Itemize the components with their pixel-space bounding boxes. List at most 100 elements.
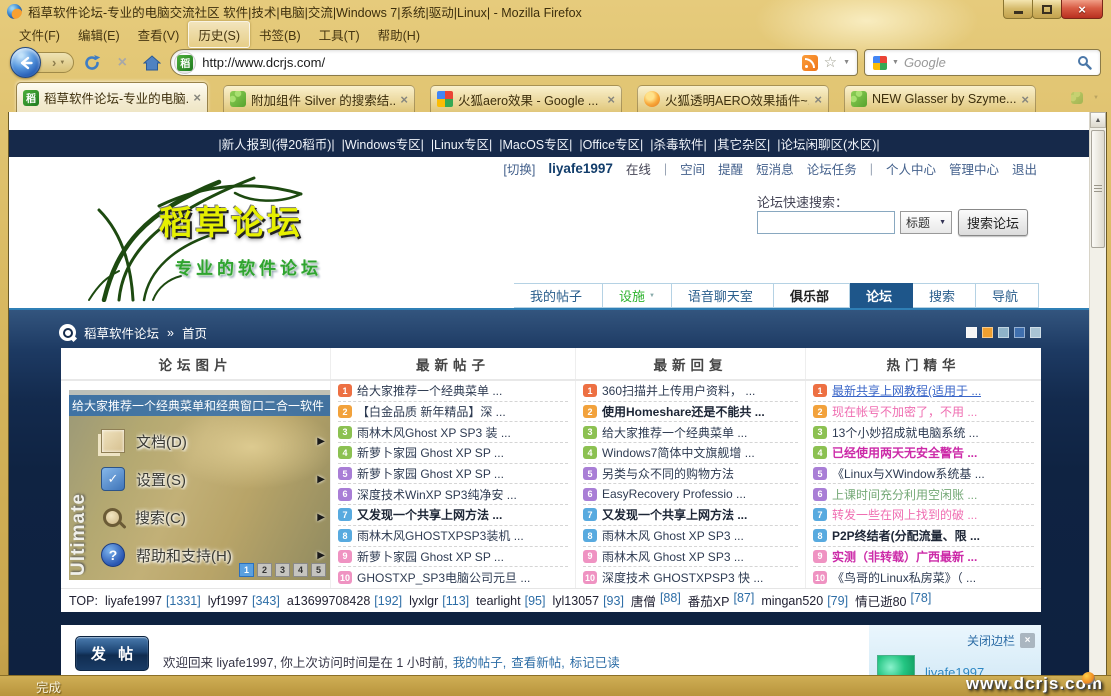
category-link[interactable]: |Windows专区|	[342, 134, 424, 153]
top-user-name[interactable]: liyafe1997	[105, 594, 162, 608]
top-user[interactable]: 情已逝80 [78]	[855, 591, 931, 610]
reply-item[interactable]: 5 另类与众不同的购物方法	[583, 464, 798, 485]
scrollbar-thumb[interactable]	[1091, 130, 1105, 248]
menu-item[interactable]: 帮助(H)	[369, 22, 429, 47]
top-user-name[interactable]: lyl13057	[552, 594, 599, 608]
tab-close-icon[interactable]: ×	[607, 92, 615, 107]
user-bar-item[interactable]: 个人中心	[886, 159, 936, 178]
reply-title[interactable]: 另类与众不同的购物方法	[602, 465, 734, 482]
post-item[interactable]: 7 又发现一个共享上网方法 ...	[338, 505, 568, 526]
forum-nav-tab[interactable]: 论坛	[850, 283, 913, 308]
home-button[interactable]	[140, 51, 164, 75]
user-bar-item[interactable]: [切换]	[503, 159, 535, 178]
digest-title[interactable]: 《Linux与XWindow系统基 ...	[832, 465, 985, 482]
tab-close-icon[interactable]: ×	[193, 90, 201, 105]
digest-item[interactable]: 3 13个小妙招成就电脑系统 ...	[813, 422, 1034, 443]
reply-item[interactable]: 10 深度技术 GHOSTXPSP3 快 ...	[583, 567, 798, 588]
post-item[interactable]: 6 深度技术WinXP SP3纯净安 ...	[338, 484, 568, 505]
browser-tab[interactable]: 附加组件 Silver 的搜索结... ×	[223, 85, 415, 112]
forum-nav-tab[interactable]: 设施 ▼	[603, 283, 672, 308]
tab-close-icon[interactable]: ×	[1021, 92, 1029, 107]
search-engine-caret-icon[interactable]: ▼	[892, 59, 899, 66]
user-bar-item[interactable]: 论坛任务	[807, 159, 857, 178]
digest-title[interactable]: 最新共享上网教程(适用于 ...	[832, 382, 981, 399]
back-button[interactable]	[10, 47, 41, 78]
style-square[interactable]	[998, 327, 1009, 338]
browser-tab[interactable]: 火狐透明AERO效果插件~... ×	[637, 85, 829, 112]
digest-title[interactable]: 已经使用两天无安全警告 ...	[832, 444, 977, 461]
reply-title[interactable]: Windows7简体中文旗舰增 ...	[602, 444, 755, 461]
top-user[interactable]: lyf1997 [343]	[208, 594, 280, 608]
category-link[interactable]: |杀毒软件|	[650, 134, 707, 153]
post-title[interactable]: 雨林木风GHOSTXPSP3装机 ...	[357, 527, 524, 544]
digest-title[interactable]: P2P终结者(分配流量、限 ...	[832, 527, 980, 544]
user-bar-item[interactable]: 在线	[626, 159, 651, 178]
user-bar-item[interactable]: 提醒	[718, 159, 743, 178]
post-item[interactable]: 4 新萝卜家园 Ghost XP SP ...	[338, 443, 568, 464]
rss-icon[interactable]	[802, 55, 818, 71]
search-forum-button[interactable]: 搜索论坛	[958, 209, 1028, 236]
post-item[interactable]: 10 GHOSTXP_SP3电脑公司元旦 ...	[338, 567, 568, 588]
stop-button[interactable]: ×	[110, 51, 134, 75]
top-user[interactable]: liyafe1997 [1331]	[105, 594, 201, 608]
reply-title[interactable]: 雨林木风 Ghost XP SP3 ...	[602, 527, 744, 544]
url-input[interactable]: http://www.dcrjs.com/	[202, 55, 795, 70]
top-user-name[interactable]: 番茄XP	[688, 591, 730, 610]
top-user[interactable]: 唐僧 [88]	[631, 591, 681, 610]
search-input[interactable]: Google	[904, 55, 1072, 70]
post-item[interactable]: 3 雨林木风Ghost XP SP3 装 ...	[338, 422, 568, 443]
menu-item[interactable]: 书签(B)	[250, 22, 310, 47]
style-square[interactable]	[982, 327, 993, 338]
reply-item[interactable]: 9 雨林木风 Ghost XP SP3 ...	[583, 547, 798, 568]
refresh-button[interactable]	[80, 51, 104, 75]
menu-item[interactable]: 历史(S)	[188, 21, 250, 48]
digest-item[interactable]: 4 已经使用两天无安全警告 ...	[813, 443, 1034, 464]
top-user-name[interactable]: 情已逝80	[855, 591, 906, 610]
menu-item[interactable]: 工具(T)	[310, 22, 369, 47]
top-user-name[interactable]: lyf1997	[208, 594, 248, 608]
maximize-button[interactable]	[1032, 0, 1062, 19]
post-title[interactable]: 新萝卜家园 Ghost XP SP ...	[357, 465, 504, 482]
category-link[interactable]: |Linux专区|	[431, 134, 492, 153]
search-bar[interactable]: ▼ Google	[864, 49, 1101, 76]
digest-item[interactable]: 8 P2P终结者(分配流量、限 ...	[813, 526, 1034, 547]
user-bar-item[interactable]: liyafe1997	[548, 161, 613, 176]
category-link[interactable]: |其它杂区|	[714, 134, 771, 153]
reply-item[interactable]: 1 360扫描并上传用户资料， ...	[583, 381, 798, 402]
top-user[interactable]: a13699708428 [192]	[287, 594, 402, 608]
top-user[interactable]: mingan520 [79]	[761, 594, 848, 608]
user-bar-item[interactable]: 管理中心	[949, 159, 999, 178]
post-title[interactable]: 新萝卜家园 Ghost XP SP ...	[357, 444, 504, 461]
tab-list-caret-icon[interactable]: ▼	[1093, 95, 1099, 101]
close-sidebar-label[interactable]: 关闭边栏	[967, 632, 1015, 649]
welcome-link[interactable]: 标记已读	[570, 656, 620, 670]
digest-title[interactable]: 转发一些在网上找到的破 ...	[832, 506, 977, 523]
vertical-scrollbar[interactable]: ▲	[1089, 112, 1106, 675]
style-square[interactable]	[966, 327, 977, 338]
digest-item[interactable]: 10 《鸟哥的Linux私房菜》（ ...	[813, 567, 1034, 588]
category-link[interactable]: |新人报到(得20稻币)|	[218, 134, 334, 153]
post-item[interactable]: 8 雨林木风GHOSTXPSP3装机 ...	[338, 526, 568, 547]
digest-item[interactable]: 7 转发一些在网上找到的破 ...	[813, 505, 1034, 526]
top-user[interactable]: tearlight [95]	[476, 594, 545, 608]
forum-image-panel[interactable]: 给大家推荐一个经典菜单和经典窗口二合一软件 文档(D) ▶	[61, 381, 331, 588]
top-user-name[interactable]: 唐僧	[631, 591, 656, 610]
quick-search-input[interactable]	[757, 211, 895, 234]
forum-nav-tab[interactable]: 导航	[976, 283, 1039, 308]
reply-title[interactable]: 使用Homeshare还是不能共 ...	[602, 403, 765, 420]
pagination-dot[interactable]: 1	[239, 563, 254, 577]
user-bar-item[interactable]: 短消息	[756, 159, 794, 178]
digest-title[interactable]: 上课时间充分利用空闲账 ...	[832, 486, 977, 503]
close-sidebar-icon[interactable]: ×	[1020, 633, 1035, 648]
digest-title[interactable]: 实测（非转载）广西最新 ...	[832, 548, 977, 565]
reply-title[interactable]: 深度技术 GHOSTXPSP3 快 ...	[602, 569, 763, 586]
post-title[interactable]: 给大家推荐一个经典菜单 ...	[357, 382, 502, 399]
browser-tab[interactable]: 火狐aero效果 - Google ... ×	[430, 85, 622, 112]
digest-item[interactable]: 6 上课时间充分利用空闲账 ...	[813, 484, 1034, 505]
pagination-dot[interactable]: 2	[257, 563, 272, 577]
url-bar[interactable]: 稻 http://www.dcrjs.com/ ☆ ▼	[170, 49, 858, 76]
reply-title[interactable]: 给大家推荐一个经典菜单 ...	[602, 424, 747, 441]
top-user[interactable]: lyl13057 [93]	[552, 594, 623, 608]
top-user-name[interactable]: mingan520	[761, 594, 823, 608]
reply-item[interactable]: 8 雨林木风 Ghost XP SP3 ...	[583, 526, 798, 547]
